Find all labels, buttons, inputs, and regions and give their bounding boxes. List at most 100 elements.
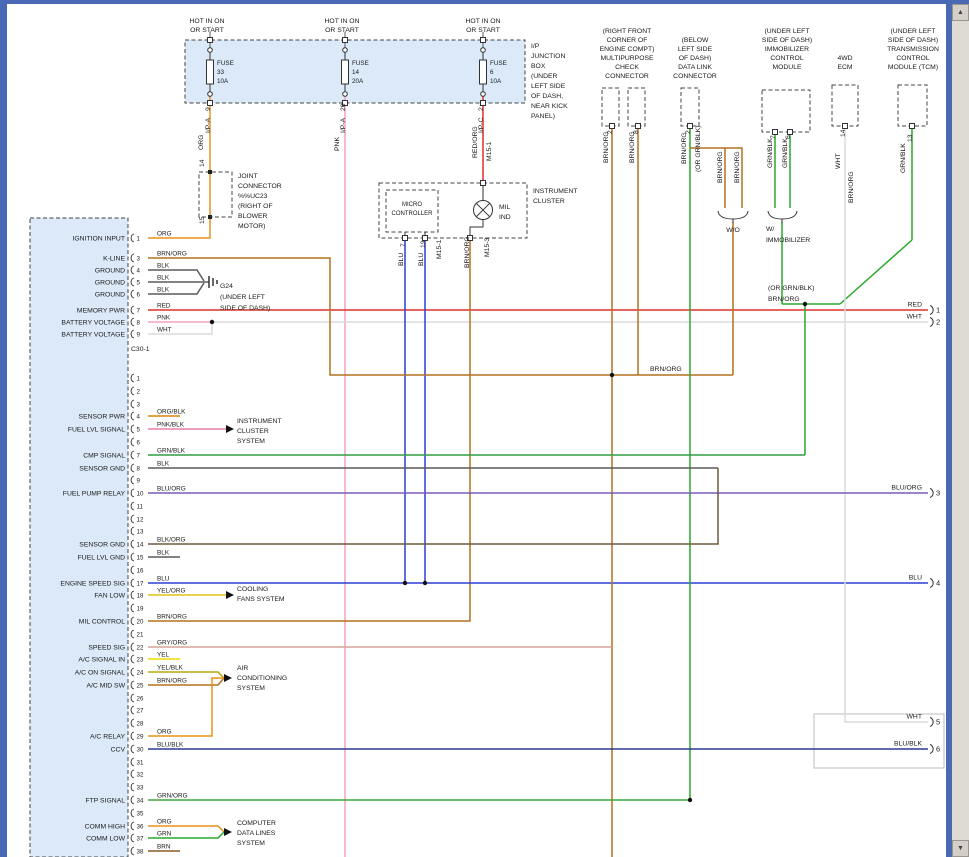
label: BLU bbox=[418, 253, 425, 266]
label: ENGINE COMPT) bbox=[600, 46, 655, 53]
pin-signal: MIL CONTROL bbox=[79, 618, 125, 625]
wire-end-color: BLU bbox=[909, 575, 922, 582]
scroll-up-button[interactable]: ▲ bbox=[952, 4, 969, 21]
label: SIDE OF DASH) bbox=[220, 305, 270, 312]
label: %%UC23 bbox=[238, 193, 268, 200]
wire-end-number: 1 bbox=[936, 306, 940, 315]
system-arrow-icon bbox=[224, 674, 232, 682]
system-arrow-icon bbox=[226, 425, 234, 433]
fuse-terminal bbox=[343, 48, 348, 53]
pin-square bbox=[610, 124, 615, 129]
label: PNK bbox=[334, 137, 341, 151]
label: MODULE (TCM) bbox=[888, 64, 938, 71]
scroll-down-button[interactable]: ▼ bbox=[952, 840, 969, 857]
pin-number: 5 bbox=[137, 426, 141, 433]
wire-color-label: GRY/ORG bbox=[157, 640, 187, 647]
pin-signal: FTP SIGNAL bbox=[85, 797, 125, 804]
pin-square bbox=[910, 124, 915, 129]
pin-number: 28 bbox=[137, 720, 144, 727]
wire-color-label: BLK bbox=[157, 275, 170, 282]
label: SYSTEM bbox=[237, 438, 265, 445]
pin-number: 13 bbox=[137, 528, 144, 535]
label: W/ bbox=[766, 226, 774, 233]
label: GRN/BLK bbox=[782, 138, 789, 168]
pin-bracket bbox=[131, 451, 134, 459]
label: (OR GRN/BLK) bbox=[695, 126, 702, 172]
label: IMMOBILIZER bbox=[766, 237, 810, 244]
label: I/P-C bbox=[478, 117, 485, 133]
wire bbox=[148, 468, 718, 544]
pin-bracket bbox=[131, 834, 134, 842]
pin-number: 32 bbox=[137, 771, 144, 778]
pin-signal: ENGINE SPEED SIG bbox=[60, 580, 125, 587]
pin-number: 21 bbox=[137, 631, 144, 638]
label: PANEL) bbox=[531, 113, 555, 120]
wire-color-label: BLK bbox=[157, 550, 170, 557]
pin-signal: SPEED SIG bbox=[88, 644, 125, 651]
pin-square bbox=[343, 38, 348, 43]
label: LEFT SIDE bbox=[531, 83, 566, 90]
system-arrow-icon bbox=[224, 828, 232, 836]
label: OF DASH) bbox=[679, 55, 711, 62]
label: 14 bbox=[840, 129, 847, 137]
dashed-box bbox=[628, 88, 645, 126]
label: COOLING bbox=[237, 586, 268, 593]
dashed-box bbox=[898, 85, 927, 126]
pin-number: 11 bbox=[137, 503, 144, 510]
pin-number: 30 bbox=[137, 746, 144, 753]
vertical-scrollbar[interactable]: ▲ ▼ bbox=[952, 4, 969, 857]
pin-bracket bbox=[131, 464, 134, 472]
pin-number: 17 bbox=[137, 580, 144, 587]
junction-dot bbox=[803, 302, 807, 306]
pin-bracket bbox=[131, 681, 134, 689]
wire-color-label: WHT bbox=[157, 327, 172, 334]
label: WHT bbox=[835, 154, 842, 169]
pin-signal: COMM HIGH bbox=[85, 823, 125, 830]
pin-number: 36 bbox=[137, 823, 144, 830]
label: IMMOBILIZER bbox=[765, 46, 809, 53]
pin-number: 9 bbox=[137, 477, 141, 484]
pin-bracket bbox=[131, 630, 134, 638]
wire-color-label: BLK bbox=[157, 263, 170, 270]
fuse-body-icon bbox=[342, 60, 349, 84]
pin-number: 26 bbox=[137, 695, 144, 702]
pin-number: 7 bbox=[137, 307, 141, 314]
label: HOT IN ON bbox=[190, 18, 225, 25]
pin-bracket bbox=[131, 438, 134, 446]
wiring-diagram: FUSE3310AFUSE1420AFUSE610A1IGNITION INPU… bbox=[7, 4, 946, 857]
wire bbox=[845, 126, 928, 722]
pin-number: 34 bbox=[137, 797, 144, 804]
diagram-canvas: FUSE3310AFUSE1420AFUSE610A1IGNITION INPU… bbox=[7, 4, 946, 857]
label: INSTRUMENT bbox=[237, 418, 282, 425]
fuse-label: 20A bbox=[352, 78, 364, 85]
pin-number: 16 bbox=[137, 567, 144, 574]
pin-number: 1 bbox=[137, 375, 141, 382]
label: MODULE bbox=[772, 64, 802, 71]
scrollbar-track[interactable] bbox=[952, 21, 969, 840]
pin-bracket bbox=[131, 476, 134, 484]
fuse-label: 33 bbox=[217, 69, 225, 76]
fuse-terminal bbox=[481, 48, 486, 53]
pin-number: 22 bbox=[137, 644, 144, 651]
label: BRN/ORG bbox=[848, 171, 855, 203]
wire-color-label: ORG/BLK bbox=[157, 409, 186, 416]
label: CONNECTOR bbox=[673, 73, 717, 80]
label: M15-1 bbox=[436, 240, 443, 259]
pin-square bbox=[481, 181, 486, 186]
pin-number: 31 bbox=[137, 759, 144, 766]
junction-dot bbox=[688, 798, 692, 802]
wire-end-number: 5 bbox=[936, 718, 940, 727]
pin-bracket bbox=[131, 502, 134, 510]
label: BRN/ORG bbox=[681, 132, 688, 164]
pin-bracket bbox=[131, 732, 134, 740]
pin-square bbox=[208, 101, 213, 106]
label: 20 bbox=[340, 103, 347, 111]
label: 4WD bbox=[837, 55, 852, 62]
label: CONNECTOR bbox=[238, 183, 282, 190]
label: 7 bbox=[400, 243, 407, 247]
pin-bracket bbox=[131, 591, 134, 599]
pin-number: 24 bbox=[137, 669, 144, 676]
fuse-terminal bbox=[208, 48, 213, 53]
label: 15 bbox=[199, 216, 206, 224]
label: 19 bbox=[420, 240, 427, 248]
